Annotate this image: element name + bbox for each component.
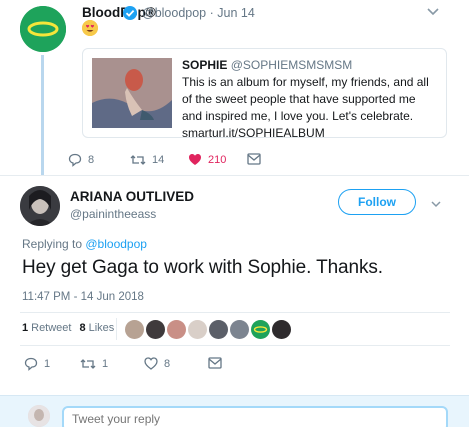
divider — [20, 312, 450, 313]
retweet-stat-label: Retweet — [31, 322, 72, 334]
reply-count: 1 — [44, 358, 51, 370]
current-user-avatar — [28, 405, 50, 427]
retweet-action[interactable]: 1 — [80, 357, 108, 371]
retweet-action[interactable]: 14 — [130, 153, 164, 167]
retweet-icon — [80, 359, 96, 369]
like-count: 8 — [164, 357, 171, 370]
tweet-timestamp[interactable]: 11:47 PM - 14 Jun 2018 — [22, 291, 144, 303]
message-icon — [247, 153, 261, 165]
parent-author-handle[interactable]: @bloodpop · Jun 14 — [142, 6, 255, 20]
message-action[interactable] — [247, 153, 261, 165]
retweet-count: 14 — [152, 154, 165, 166]
retweet-icon — [130, 155, 146, 165]
replying-prefix: Replying to — [22, 237, 86, 251]
liker-avatar[interactable] — [188, 320, 207, 339]
message-action[interactable] — [208, 357, 222, 369]
liker-avatar[interactable] — [272, 320, 291, 339]
likes-stat-count: 8 — [79, 322, 86, 334]
like-count: 210 — [208, 153, 227, 166]
retweet-count: 1 — [102, 358, 109, 370]
liker-avatar[interactable] — [209, 320, 228, 339]
album-cover-thumbnail — [92, 58, 172, 128]
divider — [20, 345, 450, 346]
liker-avatar[interactable] — [251, 320, 270, 339]
divider — [116, 318, 117, 340]
ariana-avatar[interactable] — [20, 186, 60, 226]
heart-eyes-emoji — [82, 20, 98, 36]
quoted-author[interactable]: SOPHIE @SOPHIEMSMSMSM — [182, 58, 352, 72]
like-action[interactable]: 8 — [144, 357, 170, 370]
reply-input[interactable] — [62, 406, 448, 427]
reply-action[interactable]: 8 — [68, 153, 94, 167]
reply-icon — [24, 357, 38, 371]
chevron-down-icon[interactable] — [430, 196, 442, 208]
reply-count: 8 — [88, 154, 95, 166]
main-author-name[interactable]: ARIANA OUTLIVED — [70, 189, 194, 204]
liker-avatar[interactable] — [125, 320, 144, 339]
main-actions: 1 1 8 — [0, 357, 469, 373]
engagement-stats: 1 Retweet 8 Likes — [22, 322, 122, 334]
bloodpop-avatar[interactable] — [20, 6, 66, 52]
reply-icon — [68, 153, 82, 167]
heart-icon — [189, 154, 201, 165]
likes-stat[interactable]: 8 Likes — [79, 322, 114, 334]
retweet-stat[interactable]: 1 Retweet — [22, 322, 71, 334]
likers-avatars — [125, 320, 293, 340]
replying-to-link[interactable]: @bloodpop — [85, 237, 147, 251]
follow-button[interactable]: Follow — [338, 189, 416, 215]
liker-avatar[interactable] — [146, 320, 165, 339]
reply-action[interactable]: 1 — [24, 357, 50, 371]
retweet-stat-count: 1 — [22, 322, 29, 334]
replying-to: Replying to @bloodpop — [22, 237, 147, 251]
heart-icon — [144, 357, 158, 370]
chevron-down-icon[interactable] — [425, 4, 441, 18]
quoted-author-handle: @SOPHIEMSMSMSM — [230, 58, 353, 72]
liker-avatar[interactable] — [167, 320, 186, 339]
likes-stat-label: Likes — [88, 322, 115, 334]
parent-actions: 8 14 210 — [0, 153, 469, 169]
divider — [0, 175, 469, 176]
liker-avatar[interactable] — [230, 320, 249, 339]
tweet-text: Hey get Gaga to work with Sophie. Thanks… — [22, 257, 383, 278]
quoted-author-name: SOPHIE — [182, 58, 228, 72]
message-icon — [208, 357, 222, 369]
main-author-handle[interactable]: @painintheeass — [70, 207, 156, 221]
like-action[interactable]: 210 — [188, 153, 226, 166]
quoted-tweet-text: This is an album for myself, my friends,… — [182, 75, 429, 140]
verified-icon — [123, 6, 137, 20]
